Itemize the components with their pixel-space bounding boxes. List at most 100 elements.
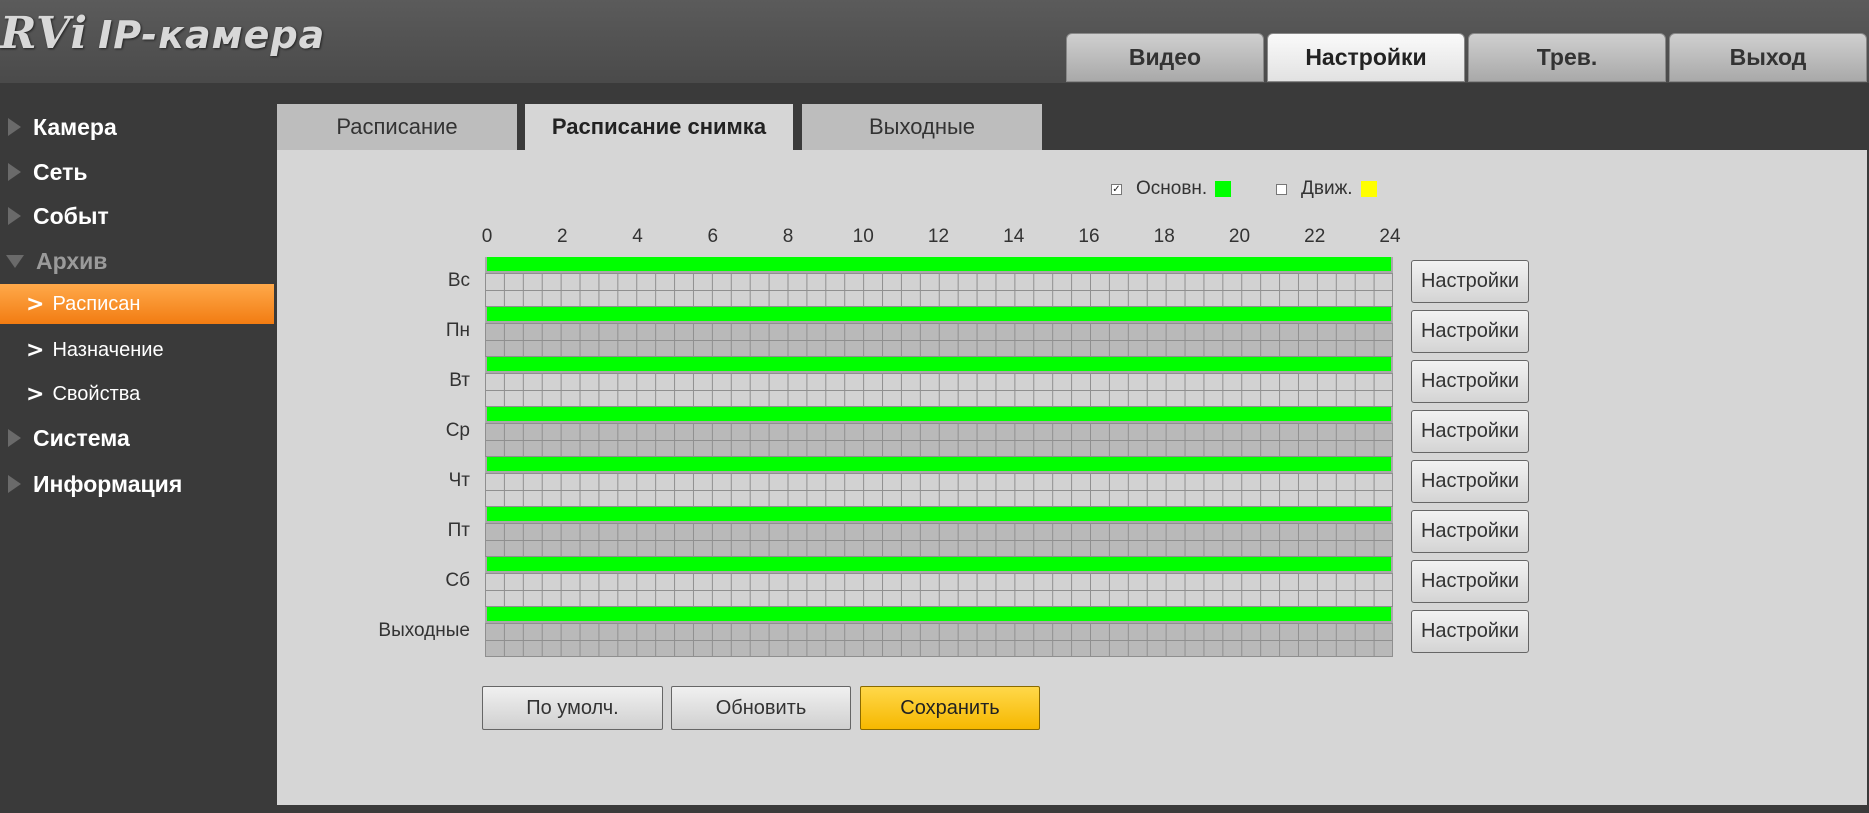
tab-holidays[interactable]: Выходные <box>802 104 1042 150</box>
hour-label: 20 <box>1228 226 1251 247</box>
main-color-swatch <box>1215 181 1232 197</box>
sidebar-item-label: Система <box>33 424 130 451</box>
sidebar-item-archive[interactable]: Архив <box>0 241 274 281</box>
motion-checkbox[interactable] <box>1276 183 1287 195</box>
day-label: Выходные <box>378 620 470 641</box>
hour-label: 18 <box>1153 226 1175 247</box>
schedule-bar <box>487 357 1391 371</box>
schedule-row[interactable] <box>485 257 1393 307</box>
hour-label: 22 <box>1304 226 1326 247</box>
main-checkbox[interactable]: ✓ <box>1111 183 1122 195</box>
top-tab-settings[interactable]: Настройки <box>1267 33 1465 82</box>
schedule-cells[interactable] <box>485 523 1393 557</box>
day-settings-button[interactable]: Настройки <box>1411 560 1529 603</box>
header: RVi IP-камера Видео Настройки Трев. Выход <box>0 0 1869 83</box>
schedule-bar <box>487 607 1391 621</box>
hour-label: 16 <box>1078 226 1100 247</box>
hour-label: 10 <box>852 226 874 247</box>
schedule-row[interactable] <box>485 357 1393 407</box>
legend-motion: Движ. <box>1276 178 1377 200</box>
sidebar-subitem-destination[interactable]: > Назначение <box>0 330 274 370</box>
sidebar-item-label: Камера <box>33 113 117 140</box>
sidebar-subitem-schedule[interactable]: > Расписан <box>0 284 274 324</box>
chevron-right-icon: > <box>26 381 45 407</box>
hour-label: 12 <box>927 226 950 247</box>
schedule-cells[interactable] <box>485 273 1393 307</box>
day-label: Чт <box>448 470 470 491</box>
schedule-cells[interactable] <box>485 423 1393 457</box>
expand-arrow-icon <box>8 163 21 181</box>
top-tab-alarm[interactable]: Трев. <box>1468 33 1666 82</box>
logo-title: IP-камера <box>98 13 326 57</box>
schedule-bar <box>487 407 1391 421</box>
hour-label: 0 <box>481 226 493 247</box>
expand-arrow-icon <box>8 118 21 136</box>
schedule-row[interactable] <box>485 507 1393 557</box>
expand-arrow-icon <box>8 207 21 225</box>
schedule-bar <box>487 257 1391 271</box>
schedule-row[interactable] <box>485 407 1393 457</box>
day-label: Вт <box>449 370 470 391</box>
hour-label: 24 <box>1379 226 1401 247</box>
sidebar: Камера Сеть Событ Архив > Расписан > Наз… <box>0 83 274 813</box>
sidebar-subitem-properties[interactable]: > Свойства <box>0 374 274 414</box>
sidebar-item-label: Архив <box>36 247 108 274</box>
default-button[interactable]: По умолч. <box>482 686 663 730</box>
sidebar-item-network[interactable]: Сеть <box>0 152 274 192</box>
hour-label: 8 <box>782 226 794 247</box>
collapse-arrow-icon <box>6 254 24 268</box>
sidebar-item-label: Информация <box>33 470 183 497</box>
top-tab-exit[interactable]: Выход <box>1669 33 1867 82</box>
sidebar-subitem-label: Свойства <box>52 382 141 405</box>
top-tabs: Видео Настройки Трев. Выход <box>1066 33 1869 82</box>
day-settings-button[interactable]: Настройки <box>1411 360 1529 403</box>
refresh-button[interactable]: Обновить <box>671 686 851 730</box>
schedule-cells[interactable] <box>485 373 1393 407</box>
top-tab-video[interactable]: Видео <box>1066 33 1264 82</box>
schedule-bar <box>487 507 1391 521</box>
chevron-right-icon: > <box>26 291 45 317</box>
legend-main: ✓ Основн. <box>1111 178 1232 200</box>
legend-main-label: Основн. <box>1136 178 1208 199</box>
sidebar-item-camera[interactable]: Камера <box>0 107 274 147</box>
save-button[interactable]: Сохранить <box>860 686 1040 730</box>
schedule-cells[interactable] <box>485 473 1393 507</box>
schedule-cells[interactable] <box>485 573 1393 607</box>
sidebar-item-label: Событ <box>33 202 109 229</box>
schedule-bar <box>487 457 1391 471</box>
schedule-row[interactable] <box>485 307 1393 357</box>
chevron-right-icon: > <box>26 337 45 363</box>
schedule-row[interactable] <box>485 607 1393 657</box>
hour-label: 14 <box>1003 226 1025 247</box>
day-settings-button[interactable]: Настройки <box>1411 410 1529 453</box>
sidebar-item-events[interactable]: Событ <box>0 196 274 236</box>
schedule-cells[interactable] <box>485 623 1393 657</box>
day-label: Пн <box>445 320 470 341</box>
sidebar-item-label: Сеть <box>33 158 88 185</box>
sidebar-subitem-label: Расписан <box>52 292 141 315</box>
schedule-row[interactable] <box>485 557 1393 607</box>
schedule-cells[interactable] <box>485 323 1393 357</box>
hour-label: 6 <box>707 226 719 247</box>
legend-motion-label: Движ. <box>1301 178 1353 199</box>
day-settings-button[interactable]: Настройки <box>1411 610 1529 653</box>
sidebar-item-system[interactable]: Система <box>0 418 274 458</box>
sidebar-item-info[interactable]: Информация <box>0 464 274 504</box>
day-label: Ср <box>445 420 470 441</box>
day-settings-button[interactable]: Настройки <box>1411 260 1529 303</box>
schedule-row[interactable] <box>485 457 1393 507</box>
logo-brand: RVi <box>0 8 89 59</box>
expand-arrow-icon <box>8 429 21 447</box>
hour-label: 4 <box>632 226 643 247</box>
day-settings-button[interactable]: Настройки <box>1411 510 1529 553</box>
day-settings-button[interactable]: Настройки <box>1411 310 1529 353</box>
schedule-bar <box>487 557 1391 571</box>
day-settings-button[interactable]: Настройки <box>1411 460 1529 503</box>
day-label: Пт <box>447 520 470 541</box>
expand-arrow-icon <box>8 475 21 493</box>
tab-schedule[interactable]: Расписание <box>277 104 517 150</box>
sidebar-subitem-label: Назначение <box>52 338 164 361</box>
tab-snapshot-schedule[interactable]: Расписание снимка <box>525 104 793 150</box>
logo: RVi IP-камера <box>0 8 325 59</box>
motion-color-swatch <box>1360 181 1377 197</box>
